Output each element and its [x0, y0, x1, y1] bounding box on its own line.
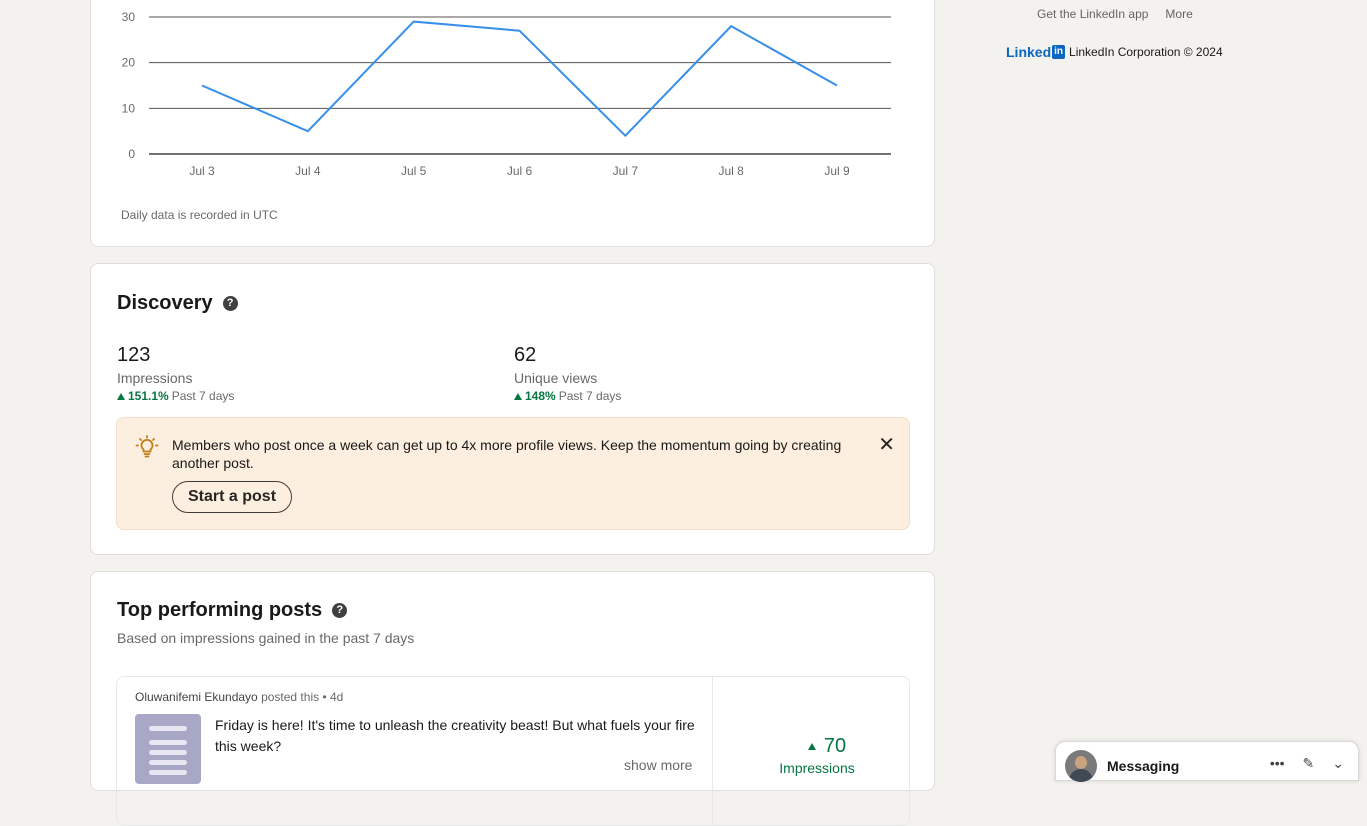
chart-note: Daily data is recorded in UTC	[121, 208, 278, 222]
footer-links: Get the LinkedIn app More	[1037, 7, 1193, 21]
discovery-title-row: Discovery ?	[117, 292, 238, 315]
impressions-chart-card: 0 10 20 30 Jul 3 Jul 4 Jul 5 Jul 6 Jul 7 Jul 8 Jul…	[90, 0, 935, 247]
x-tick-label: Jul 6	[507, 164, 533, 178]
data-point[interactable]	[514, 25, 526, 37]
close-icon[interactable]: ✕	[878, 432, 895, 457]
chevron-down-icon[interactable]: ⌄	[1332, 755, 1344, 772]
unique-views-metric[interactable]: 62 Unique views 148% Past 7 days	[514, 344, 621, 403]
post-item[interactable]: Oluwanifemi Ekundayo posted this • 4d Fr…	[116, 676, 910, 826]
y-tick-label: 10	[122, 101, 136, 115]
more-link[interactable]: More	[1165, 7, 1192, 21]
post-author-line: Oluwanifemi Ekundayo posted this • 4d	[135, 690, 343, 704]
unique-views-period: Past 7 days	[558, 389, 622, 403]
trend-up-icon	[807, 743, 816, 750]
post-text: Friday is here! It's time to unleash the…	[215, 717, 695, 754]
x-tick-label: Jul 7	[613, 164, 639, 178]
post-impressions-stat[interactable]: 70 Impressions	[713, 735, 911, 776]
get-app-link[interactable]: Get the LinkedIn app	[1037, 7, 1148, 21]
y-tick-label: 30	[122, 10, 136, 24]
top-posts-title: Top performing posts	[117, 599, 323, 621]
tip-text: Members who post once a week can get up …	[172, 437, 842, 471]
footer-brand: Linked in LinkedIn Corporation © 2024	[1006, 44, 1223, 60]
unique-views-label: Unique views	[514, 370, 598, 386]
help-icon[interactable]: ?	[222, 296, 238, 311]
data-point[interactable]	[619, 130, 631, 142]
post-thumbnail[interactable]	[135, 714, 201, 784]
lightbulb-icon	[135, 435, 159, 458]
data-point[interactable]	[196, 80, 208, 92]
data-point[interactable]	[725, 20, 737, 32]
impressions-trend: 151.1% Past 7 days	[117, 389, 234, 403]
impressions-series-line	[201, 20, 838, 138]
trend-up-icon	[514, 392, 522, 400]
more-options-icon[interactable]: •••	[1270, 755, 1285, 772]
discovery-title: Discovery	[117, 292, 213, 314]
unique-views-trend: 148% Past 7 days	[514, 389, 621, 403]
x-tick-label: Jul 9	[824, 164, 850, 178]
y-tick-label: 20	[122, 56, 136, 70]
impressions-metric[interactable]: 123 Impressions 151.1% Past 7 days	[117, 344, 234, 403]
impressions-value: 123	[117, 344, 151, 366]
data-point[interactable]	[408, 16, 420, 28]
unique-views-value: 62	[514, 344, 537, 366]
y-tick-label: 0	[128, 147, 135, 161]
impressions-label: Impressions	[117, 370, 193, 386]
x-tick-label: Jul 5	[401, 164, 427, 178]
messaging-title[interactable]: Messaging	[1107, 758, 1179, 774]
discovery-card: Discovery ? 123 Impressions 151.1% Past …	[90, 263, 935, 555]
top-posts-card: Top performing posts ? Based on impressi…	[90, 571, 935, 826]
start-post-button[interactable]: Start a post	[172, 481, 293, 513]
show-more-link[interactable]: show more	[624, 757, 692, 773]
data-point[interactable]	[831, 80, 843, 92]
trend-up-icon	[117, 392, 125, 400]
post-author-name[interactable]: Oluwanifemi Ekundayo	[135, 690, 258, 704]
copyright: LinkedIn Corporation © 2024	[1069, 45, 1223, 59]
help-icon[interactable]: ?	[332, 603, 348, 618]
messaging-actions: ••• ✎ ⌄	[1270, 755, 1344, 772]
impressions-line-chart: 0 10 20 30 Jul 3 Jul 4 Jul 5 Jul 6 Jul 7 Jul 8 Jul…	[122, 10, 891, 178]
x-tick-label: Jul 4	[295, 164, 321, 178]
linkedin-logo: Linked in	[1006, 44, 1066, 60]
compose-icon[interactable]: ✎	[1303, 755, 1315, 772]
messaging-bar[interactable]: Messaging ••• ✎ ⌄	[1055, 741, 1359, 782]
post-impressions-value: 70	[823, 735, 847, 757]
impressions-change: 151.1%	[128, 389, 169, 403]
data-point[interactable]	[302, 125, 314, 137]
post-impressions-label: Impressions	[779, 760, 855, 776]
top-posts-title-row: Top performing posts ?	[117, 599, 348, 622]
x-tick-label: Jul 3	[189, 164, 215, 178]
x-tick-label: Jul 8	[718, 164, 744, 178]
impressions-period: Past 7 days	[171, 389, 235, 403]
post-meta: posted this • 4d	[257, 690, 344, 704]
posting-tip-banner: Members who post once a week can get up …	[116, 417, 910, 530]
avatar[interactable]	[1065, 750, 1097, 782]
top-posts-subtitle: Based on impressions gained in the past …	[117, 630, 415, 646]
unique-views-change: 148%	[525, 389, 556, 403]
